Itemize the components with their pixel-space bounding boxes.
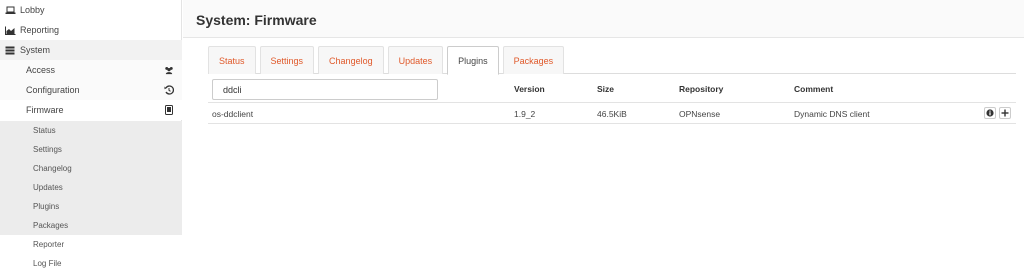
sidebar-item-fw-logfile[interactable]: Log File (0, 254, 182, 271)
sidebar-item-system[interactable]: System (0, 40, 182, 60)
sidebar-item-fw-status[interactable]: Status (0, 121, 182, 140)
sidebar-item-lobby[interactable]: Lobby (0, 0, 182, 20)
sidebar-item-configuration[interactable]: Configuration (0, 80, 182, 100)
area-chart-icon (4, 25, 16, 35)
sidebar-item-label: Log File (33, 259, 62, 268)
column-header-comment: Comment (794, 84, 834, 94)
sidebar-item-reporting[interactable]: Reporting (0, 20, 182, 40)
laptop-icon (4, 5, 16, 15)
sidebar-item-label: Access (26, 65, 56, 75)
sidebar-item-firmware[interactable]: Firmware (0, 100, 182, 120)
page-title: System: Firmware (196, 12, 317, 28)
sidebar-item-label: Firmware (26, 105, 64, 115)
sidebar-item-label: Changelog (33, 164, 72, 173)
sidebar-item-label: Status (33, 126, 56, 135)
table-header: Version Size Repository Comment (208, 74, 1016, 103)
sidebar-item-label: Packages (33, 221, 69, 230)
info-button[interactable] (984, 107, 996, 119)
plus-icon (1001, 109, 1009, 117)
history-icon (164, 85, 174, 95)
users-icon (164, 65, 174, 75)
cell-size: 46.5KiB (597, 109, 627, 119)
tab-plugins[interactable]: Plugins (447, 46, 499, 75)
sidebar-item-label: System (20, 45, 51, 55)
search-input[interactable] (212, 79, 438, 100)
sidebar-item-label: Configuration (26, 85, 80, 95)
tab-bar: Status Settings Changelog Updates Plugin… (208, 46, 1016, 75)
sidebar-item-label: Reporting (20, 25, 60, 35)
sidebar-item-fw-settings[interactable]: Settings (0, 140, 182, 159)
sidebar-item-fw-plugins[interactable]: Plugins (0, 197, 182, 216)
info-icon (986, 109, 994, 117)
sidebar-item-label: Settings (33, 145, 62, 154)
tab-packages[interactable]: Packages (502, 46, 565, 74)
tab-changelog[interactable]: Changelog (318, 46, 384, 74)
plugins-table: Version Size Repository Comment os-ddcli… (208, 74, 1016, 124)
cell-comment: Dynamic DNS client (794, 109, 870, 119)
sidebar: Lobby Reporting System Access Configurat… (0, 0, 182, 271)
sidebar-item-fw-reporter[interactable]: Reporter (0, 235, 182, 254)
install-button[interactable] (999, 107, 1011, 119)
cell-version: 1.9_2 (514, 109, 536, 119)
sidebar-item-label: Lobby (20, 5, 45, 15)
tablet-icon (164, 105, 174, 115)
cell-name: os-ddclient (212, 109, 254, 119)
column-header-repository: Repository (679, 84, 724, 94)
sidebar-item-fw-packages[interactable]: Packages (0, 216, 182, 235)
page-header: System: Firmware (183, 0, 1024, 38)
cell-repository: OPNsense (679, 109, 721, 119)
sidebar-item-label: Plugins (33, 202, 60, 211)
tab-status[interactable]: Status (208, 46, 256, 74)
server-icon (4, 45, 16, 55)
tab-updates[interactable]: Updates (387, 46, 444, 74)
table-row: os-ddclient 1.9_2 46.5KiB OPNsense Dynam… (208, 103, 1016, 124)
column-header-size: Size (597, 84, 615, 94)
sidebar-item-fw-updates[interactable]: Updates (0, 178, 182, 197)
tab-settings[interactable]: Settings (259, 46, 315, 74)
sidebar-item-fw-changelog[interactable]: Changelog (0, 159, 182, 178)
sidebar-item-label: Updates (33, 183, 63, 192)
firmware-panel: Status Settings Changelog Updates Plugin… (208, 46, 1016, 126)
sidebar-item-label: Reporter (33, 240, 65, 249)
column-header-version: Version (514, 84, 545, 94)
sidebar-item-access[interactable]: Access (0, 60, 182, 80)
